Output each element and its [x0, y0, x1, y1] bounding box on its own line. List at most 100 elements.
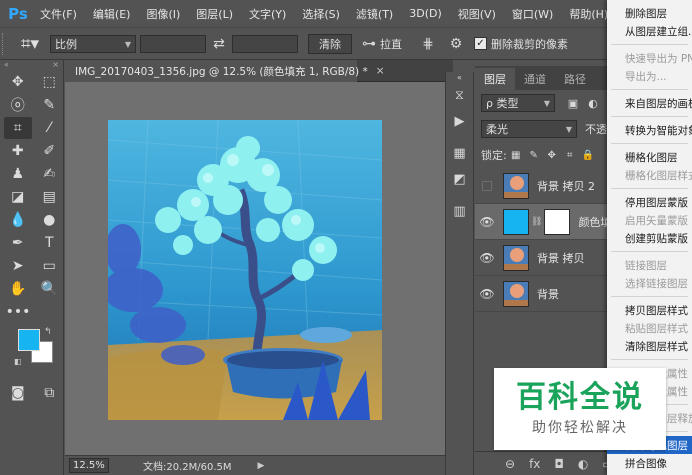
- hand-tool-icon[interactable]: ✋: [4, 278, 32, 300]
- tab-channels[interactable]: 通道: [515, 68, 555, 90]
- quick-mask-icon[interactable]: ◙: [4, 382, 32, 404]
- info-panel-icon[interactable]: ▥: [446, 198, 473, 224]
- overlay-grid-icon[interactable]: ⋕: [416, 36, 440, 52]
- quick-select-tool-icon[interactable]: ✎: [36, 94, 64, 116]
- lock-transparent-icon[interactable]: ▦: [507, 150, 525, 161]
- close-icon[interactable]: ×: [376, 65, 385, 77]
- straighten-icon[interactable]: ⊶: [358, 36, 380, 52]
- options-grip[interactable]: [2, 32, 6, 55]
- straighten-label[interactable]: 拉直: [380, 36, 402, 52]
- brush-tool-icon[interactable]: ✐: [36, 140, 64, 162]
- marquee-tool-icon[interactable]: ⬚: [36, 71, 64, 93]
- context-menu-item[interactable]: 拼合图像: [607, 454, 692, 472]
- lock-all-icon[interactable]: 🔒: [579, 150, 597, 161]
- swap-colors-icon[interactable]: ↰: [44, 327, 52, 337]
- link-icon[interactable]: ⛓: [531, 217, 542, 227]
- photoshop-logo[interactable]: Ps: [4, 3, 32, 25]
- menu-type[interactable]: 文字(Y): [241, 6, 294, 22]
- gear-icon[interactable]: ⚙: [444, 36, 468, 52]
- history-brush-icon[interactable]: ✍: [36, 163, 64, 185]
- menu-window[interactable]: 窗口(W): [504, 6, 561, 22]
- menu-image[interactable]: 图像(I): [138, 6, 188, 22]
- height-input[interactable]: [232, 34, 298, 53]
- context-menu-item[interactable]: 转换为智能对象: [607, 121, 692, 139]
- properties-panel-icon[interactable]: ▦: [446, 140, 473, 166]
- gradient-tool-icon[interactable]: ▤: [36, 186, 64, 208]
- collapse-icon[interactable]: «: [4, 60, 9, 70]
- lock-artboard-icon[interactable]: ⌗: [561, 150, 579, 161]
- adjustment-layer-icon[interactable]: ◐: [578, 457, 588, 471]
- link-layers-icon[interactable]: ⊖: [505, 457, 515, 471]
- context-menu-item[interactable]: 来自图层的画板: [607, 94, 692, 112]
- crop-tool-icon[interactable]: ⌗: [4, 116, 32, 139]
- blur-tool-icon[interactable]: 💧: [4, 209, 32, 231]
- visibility-toggle[interactable]: [475, 180, 499, 191]
- blend-mode-select[interactable]: 柔光 ▼: [481, 120, 577, 138]
- image-filter-icon[interactable]: ▣: [563, 97, 583, 110]
- context-menu-item[interactable]: 清除图层样式: [607, 337, 692, 355]
- context-menu-item[interactable]: 停用图层蒙版: [607, 193, 692, 211]
- move-tool-icon[interactable]: ✥: [4, 71, 32, 93]
- menu-select[interactable]: 选择(S): [294, 6, 348, 22]
- eye-icon[interactable]: 👁: [475, 287, 499, 301]
- add-mask-icon[interactable]: ◘: [554, 457, 564, 471]
- fx-icon[interactable]: fx: [529, 457, 540, 471]
- actions-panel-icon[interactable]: ▶: [446, 108, 473, 134]
- screen-mode-icon[interactable]: ⧉: [36, 382, 64, 404]
- delete-cropped-label[interactable]: 删除裁剪的像素: [491, 36, 568, 52]
- lasso-tool-icon[interactable]: ⓞ: [4, 94, 32, 116]
- tab-layers[interactable]: 图层: [475, 68, 515, 90]
- layer-name[interactable]: 背景 拷贝 2: [537, 178, 595, 194]
- foreground-color-swatch[interactable]: [18, 329, 40, 351]
- default-colors-icon[interactable]: ◧: [14, 357, 22, 366]
- document-tab[interactable]: IMG_20170403_1356.jpg @ 12.5% (颜色填充 1, R…: [65, 60, 385, 82]
- context-menu-item[interactable]: 拷贝图层样式: [607, 301, 692, 319]
- adjustment-filter-icon[interactable]: ◐: [583, 97, 603, 110]
- history-panel-icon[interactable]: ⧖: [446, 82, 473, 108]
- menu-view[interactable]: 视图(V): [450, 6, 504, 22]
- menu-file[interactable]: 文件(F): [32, 6, 85, 22]
- layer-name[interactable]: 背景: [537, 286, 559, 302]
- context-menu-item[interactable]: 删除图层: [607, 4, 692, 22]
- eyedropper-tool-icon[interactable]: ⁄: [36, 117, 64, 139]
- more-tools-icon[interactable]: •••: [4, 301, 32, 323]
- menu-edit[interactable]: 编辑(E): [85, 6, 139, 22]
- tab-paths[interactable]: 路径: [555, 68, 595, 90]
- tools-panel-header[interactable]: «×: [0, 60, 63, 70]
- layer-mask-thumbnail[interactable]: [544, 208, 571, 235]
- pen-tool-icon[interactable]: ✒: [4, 232, 32, 254]
- rectangle-tool-icon[interactable]: ▭: [36, 255, 64, 277]
- swap-dimensions-icon[interactable]: ⇄: [206, 36, 232, 52]
- lock-position-icon[interactable]: ✥: [543, 150, 561, 161]
- dodge-tool-icon[interactable]: ●: [36, 209, 64, 231]
- strip-grip[interactable]: «: [446, 72, 473, 82]
- adjustments-panel-icon[interactable]: ◩: [446, 166, 473, 192]
- eye-icon[interactable]: 👁: [475, 215, 499, 229]
- path-select-icon[interactable]: ➤: [4, 255, 32, 277]
- context-menu-item[interactable]: 栅格化图层: [607, 148, 692, 166]
- eraser-tool-icon[interactable]: ◪: [4, 186, 32, 208]
- menu-layer[interactable]: 图层(L): [188, 6, 241, 22]
- chevron-right-icon[interactable]: ▶: [258, 461, 265, 471]
- clone-stamp-icon[interactable]: ♟: [4, 163, 32, 185]
- ratio-select[interactable]: 比例 ▼: [50, 34, 136, 53]
- menu-3d[interactable]: 3D(D): [401, 7, 450, 20]
- layer-name[interactable]: 背景 拷贝: [537, 250, 585, 266]
- healing-brush-icon[interactable]: ✚: [4, 140, 32, 162]
- clear-button[interactable]: 清除: [308, 33, 352, 54]
- context-menu-item[interactable]: 创建剪贴蒙版: [607, 229, 692, 247]
- zoom-level-field[interactable]: 12.5%: [69, 458, 109, 473]
- crop-preset-icon[interactable]: ⌗▾: [10, 34, 50, 54]
- type-tool-icon[interactable]: T: [36, 232, 64, 254]
- layer-filter-select[interactable]: ρ 类型 ▼: [481, 94, 555, 112]
- lock-image-icon[interactable]: ✎: [525, 150, 543, 161]
- delete-cropped-checkbox[interactable]: ✓: [474, 37, 487, 50]
- close-panel-icon[interactable]: ×: [52, 60, 59, 70]
- chevron-down-icon: ▼: [124, 39, 131, 49]
- eye-icon[interactable]: 👁: [475, 251, 499, 265]
- zoom-tool-icon[interactable]: 🔍: [36, 278, 64, 300]
- width-input[interactable]: [140, 34, 206, 53]
- context-menu-item[interactable]: 从图层建立组...: [607, 22, 692, 40]
- canvas-area[interactable]: [65, 82, 453, 455]
- menu-filter[interactable]: 滤镜(T): [348, 6, 401, 22]
